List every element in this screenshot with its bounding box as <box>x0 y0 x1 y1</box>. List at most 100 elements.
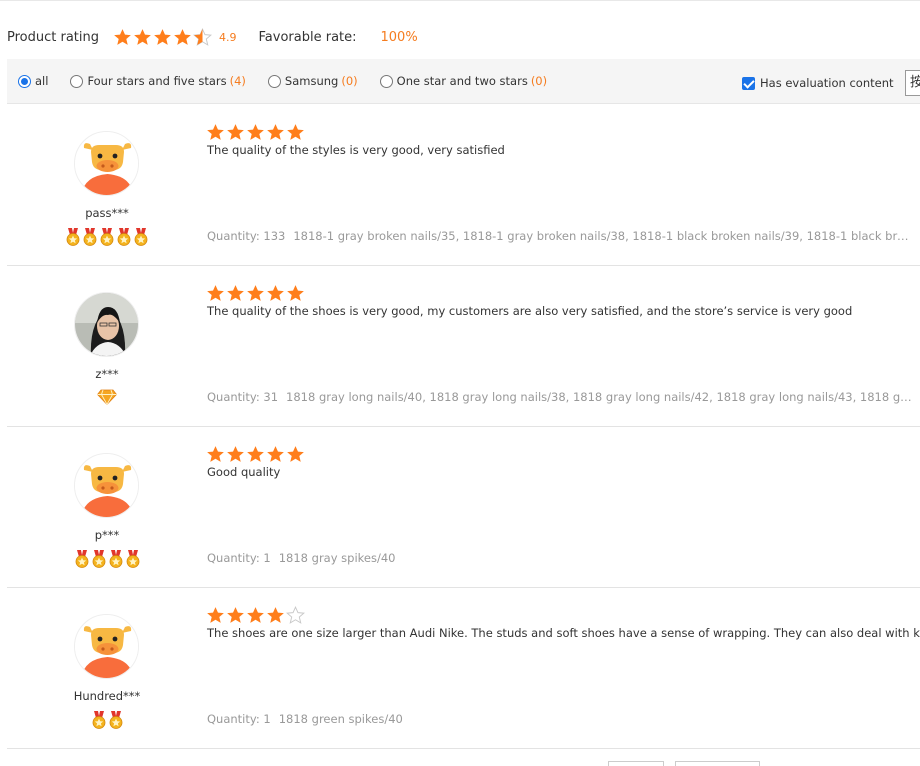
checkbox-checked-icon[interactable] <box>742 76 755 90</box>
star-filled-icon <box>226 606 245 625</box>
medal-icon <box>108 711 124 729</box>
filter-count: (0) <box>530 74 548 88</box>
radio-selected-icon[interactable] <box>18 74 31 88</box>
review-item: pass*** The quality of the styles is very… <box>7 105 920 266</box>
star-filled-icon <box>246 284 265 303</box>
buyer-level-badges <box>7 389 207 405</box>
buyer-level-badges <box>7 228 207 246</box>
medal-icon <box>99 228 115 246</box>
medal-icon <box>65 228 81 246</box>
review-item: z*** The quality of the shoes is very goo… <box>7 266 920 427</box>
star-filled-icon <box>286 123 305 142</box>
radio-icon[interactable] <box>70 74 84 88</box>
filter-all-radio[interactable]: all <box>18 74 48 88</box>
reviewer-username: Hundred*** <box>73 689 141 703</box>
user-avatar <box>74 131 139 196</box>
reviewer-username: z*** <box>95 367 119 381</box>
star-filled-icon <box>206 445 225 464</box>
purchase-info: Quantity: 1 1818 gray spikes/40 <box>207 551 912 565</box>
filter-count: (4) <box>229 74 246 88</box>
reviewer-username: pass*** <box>85 206 129 220</box>
star-filled-icon <box>286 445 305 464</box>
review-item: Hundred*** The shoes are one size larger … <box>7 588 920 749</box>
star-filled-icon <box>266 284 285 303</box>
star-filled-icon <box>113 28 132 47</box>
medal-icon <box>125 550 141 568</box>
purchase-quantity: Quantity: 1 <box>207 712 271 726</box>
user-avatar <box>74 292 139 357</box>
buyer-level-badges <box>7 711 207 729</box>
filter-label: One star and two stars <box>396 74 528 88</box>
pagination-prev-button[interactable] <box>608 761 664 766</box>
medal-icon <box>116 228 132 246</box>
user-avatar <box>74 453 139 518</box>
medal-icon <box>91 711 107 729</box>
review-item: p*** Good quality Quantity: 1 1818 gray spi… <box>7 427 920 588</box>
purchase-info: Quantity: 1 1818 green spikes/40 <box>207 712 912 726</box>
star-filled-icon <box>226 284 245 303</box>
star-filled-icon <box>266 445 285 464</box>
review-content: The shoes are one size larger than Audi … <box>207 626 920 640</box>
review-star-rating <box>206 606 306 625</box>
radio-icon[interactable] <box>379 74 393 88</box>
review-content: Good quality <box>207 465 281 479</box>
sort-dropdown[interactable]: 按 <box>905 70 920 96</box>
top-divider <box>0 0 920 1</box>
star-filled-icon <box>226 123 245 142</box>
purchase-sku: 1818 green spikes/40 <box>278 712 403 726</box>
has-content-checkbox[interactable]: Has evaluation content <box>742 76 894 90</box>
rating-summary: Product rating 4.9 Favorable rate: 100% <box>7 24 418 50</box>
filter-label: Four stars and five stars <box>87 74 227 88</box>
star-filled-icon <box>173 28 192 47</box>
medal-icon <box>108 550 124 568</box>
medal-icon <box>91 550 107 568</box>
star-filled-icon <box>266 123 285 142</box>
diamond-icon <box>97 389 117 405</box>
star-filled-icon <box>246 606 265 625</box>
review-star-rating <box>206 445 306 464</box>
review-content: The quality of the shoes is very good, m… <box>207 304 853 318</box>
review-content: The quality of the styles is very good, … <box>207 143 505 157</box>
star-empty-icon <box>286 606 305 625</box>
review-star-rating <box>206 284 306 303</box>
filter-count: (0) <box>341 74 358 88</box>
purchase-quantity: Quantity: 31 <box>207 390 279 404</box>
medal-icon <box>133 228 149 246</box>
purchase-info: Quantity: 31 1818 gray long nails/40, 181… <box>207 390 912 404</box>
star-filled-icon <box>246 123 265 142</box>
summary-star-rating <box>113 27 213 47</box>
purchase-sku: 1818 gray long nails/40, 1818 gray long … <box>286 390 912 404</box>
star-filled-icon <box>206 123 225 142</box>
filter-label: all <box>35 74 49 88</box>
star-filled-icon <box>226 445 245 464</box>
radio-icon[interactable] <box>267 74 281 88</box>
medal-icon <box>82 228 98 246</box>
star-filled-icon <box>153 28 172 47</box>
purchase-quantity: Quantity: 133 <box>207 229 286 243</box>
pagination-page-button[interactable] <box>675 761 760 766</box>
review-filter-bar: all Four stars and five stars (4) Samsun… <box>7 59 920 104</box>
filter-three-stars-radio[interactable]: Samsung (0) <box>267 74 358 88</box>
purchase-sku: 1818 gray spikes/40 <box>278 551 396 565</box>
rating-score: 4.9 <box>219 30 237 44</box>
purchase-info: Quantity: 133 1818-1 gray broken nails/35… <box>207 229 912 243</box>
filter-one-two-stars-radio[interactable]: One star and two stars (0) <box>379 74 548 88</box>
product-rating-label: Product rating <box>7 29 100 45</box>
filter-label: Samsung <box>284 74 339 88</box>
star-half-icon <box>193 27 213 47</box>
star-filled-icon <box>266 606 285 625</box>
favorable-rate-label: Favorable rate: <box>258 29 357 45</box>
star-filled-icon <box>246 445 265 464</box>
purchase-quantity: Quantity: 1 <box>207 551 271 565</box>
has-content-label: Has evaluation content <box>760 76 894 90</box>
buyer-level-badges <box>7 550 207 568</box>
star-filled-icon <box>206 606 225 625</box>
review-star-rating <box>206 123 306 142</box>
star-filled-icon <box>206 284 225 303</box>
medal-icon <box>74 550 90 568</box>
filter-four-five-stars-radio[interactable]: Four stars and five stars (4) <box>70 74 246 88</box>
star-filled-icon <box>286 284 305 303</box>
user-avatar <box>74 614 139 679</box>
purchase-sku: 1818-1 gray broken nails/35, 1818-1 gray… <box>293 229 912 243</box>
favorable-rate-value: 100% <box>380 29 418 45</box>
